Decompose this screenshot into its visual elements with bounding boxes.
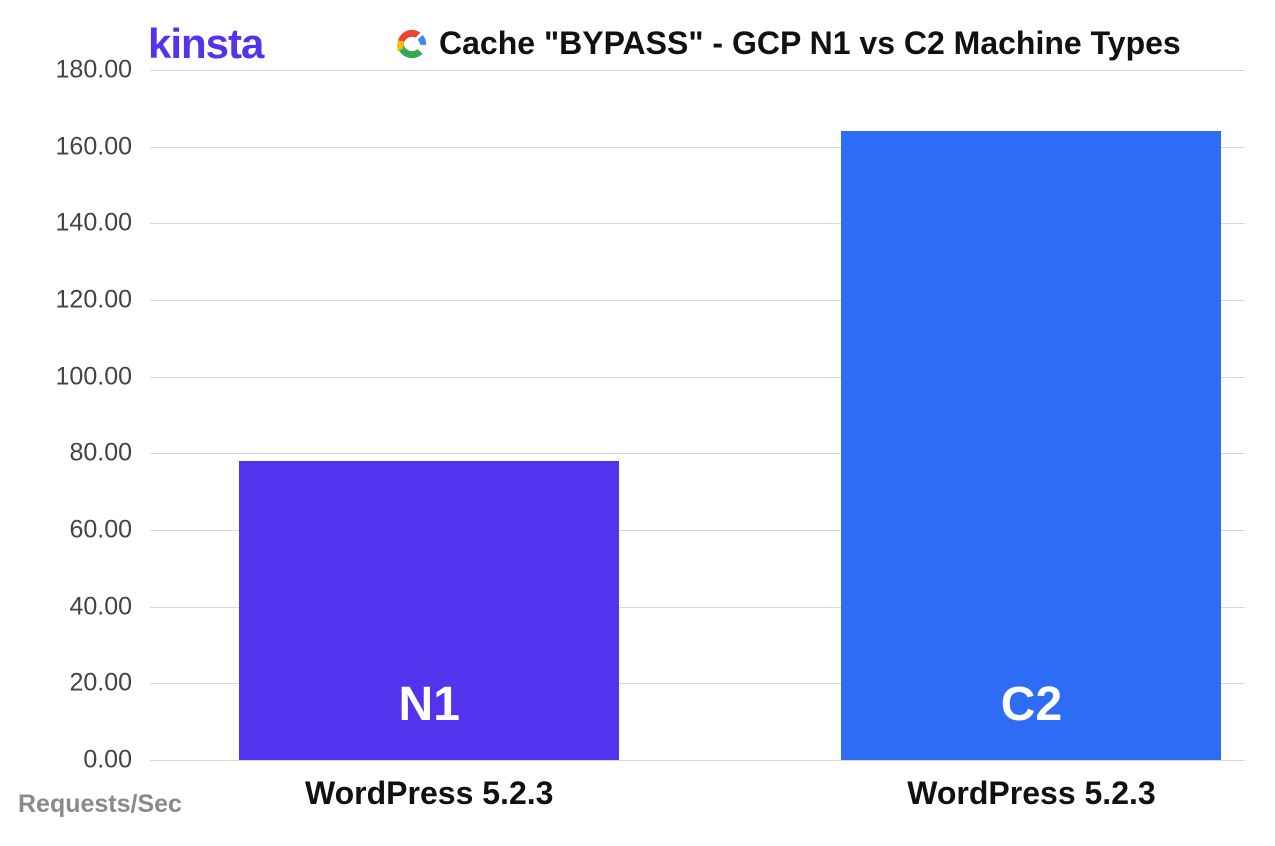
x-tick-label: WordPress 5.2.3	[907, 775, 1155, 812]
chart-title: Cache "BYPASS" - GCP N1 vs C2 Machine Ty…	[439, 25, 1181, 62]
x-tick-label: WordPress 5.2.3	[305, 775, 553, 812]
y-tick-label: 100.00	[22, 362, 132, 391]
y-tick-label: 80.00	[22, 439, 132, 468]
kinsta-logo: kinsta	[148, 20, 263, 68]
bar-label: N1	[399, 677, 460, 732]
gridline	[150, 70, 1245, 71]
y-tick-label: 40.00	[22, 592, 132, 621]
bar-n1: N1	[239, 461, 619, 760]
chart-title-group: Cache "BYPASS" - GCP N1 vs C2 Machine Ty…	[395, 25, 1181, 62]
bar-label: C2	[1001, 677, 1062, 732]
y-tick-label: 160.00	[22, 132, 132, 161]
y-tick-label: 60.00	[22, 516, 132, 545]
y-tick-label: 0.00	[22, 746, 132, 775]
chart-container: kinsta Cache "BYPASS" - GCP N1 vs C2 Mac…	[0, 0, 1275, 846]
y-tick-label: 140.00	[22, 209, 132, 238]
y-tick-label: 180.00	[22, 56, 132, 85]
y-axis-label: Requests/Sec	[18, 790, 182, 819]
y-tick-label: 120.00	[22, 286, 132, 315]
y-tick-label: 20.00	[22, 669, 132, 698]
gridline	[150, 760, 1245, 761]
bar-c2: C2	[841, 131, 1221, 760]
google-cloud-icon	[395, 27, 429, 61]
plot-area: 0.0020.0040.0060.0080.00100.00120.00140.…	[150, 70, 1245, 760]
